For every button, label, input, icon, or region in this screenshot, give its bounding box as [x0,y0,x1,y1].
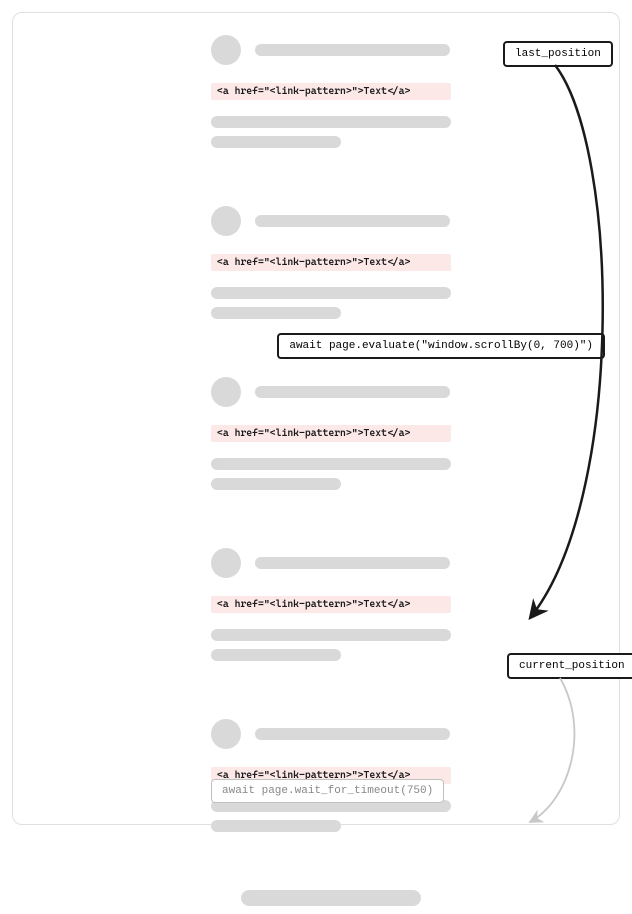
text-placeholder-line [211,629,451,641]
username-placeholder [255,728,450,740]
text-placeholder-line [211,458,451,470]
link-snippet: <a href="<link-pattern>">Text</a> [211,596,451,613]
post-item-peek [211,890,471,906]
text-placeholder-line [211,136,341,148]
link-snippet: <a href="<link-pattern>">Text</a> [211,83,451,100]
text-placeholder-line [211,649,341,661]
avatar-placeholder [211,377,241,407]
username-placeholder [255,557,450,569]
text-placeholder-line [241,890,421,906]
post-item: <a href="<link-pattern>">Text</a> [211,548,471,661]
avatar-placeholder [211,719,241,749]
label-wait-call: await page.wait_for_timeout(750) [211,779,444,803]
post-item: <a href="<link-pattern>">Text</a> [211,719,471,832]
username-placeholder [255,44,450,56]
avatar-placeholder [211,548,241,578]
label-current-position: current_position [507,653,632,679]
avatar-placeholder [211,35,241,65]
post-item: <a href="<link-pattern>">Text</a> [211,35,471,148]
link-snippet: <a href="<link-pattern>">Text</a> [211,425,451,442]
label-scroll-call: await page.evaluate("window.scrollBy(0, … [277,333,605,359]
username-placeholder [255,215,450,227]
text-placeholder-line [211,820,341,832]
post-item: <a href="<link-pattern>">Text</a> [211,206,471,319]
post-item: <a href="<link-pattern>">Text</a> [211,377,471,490]
post-header [211,35,471,65]
viewport-frame: <a href="<link-pattern>">Text</a> <a hre… [12,12,620,825]
post-header [211,548,471,578]
text-placeholder-line [211,478,341,490]
text-placeholder-line [211,307,341,319]
post-header [211,206,471,236]
text-placeholder-line [211,116,451,128]
username-placeholder [255,386,450,398]
avatar-placeholder [211,206,241,236]
label-last-position: last_position [503,41,613,67]
post-header [211,719,471,749]
link-snippet: <a href="<link-pattern>">Text</a> [211,254,451,271]
text-placeholder-line [211,287,451,299]
post-header [211,377,471,407]
